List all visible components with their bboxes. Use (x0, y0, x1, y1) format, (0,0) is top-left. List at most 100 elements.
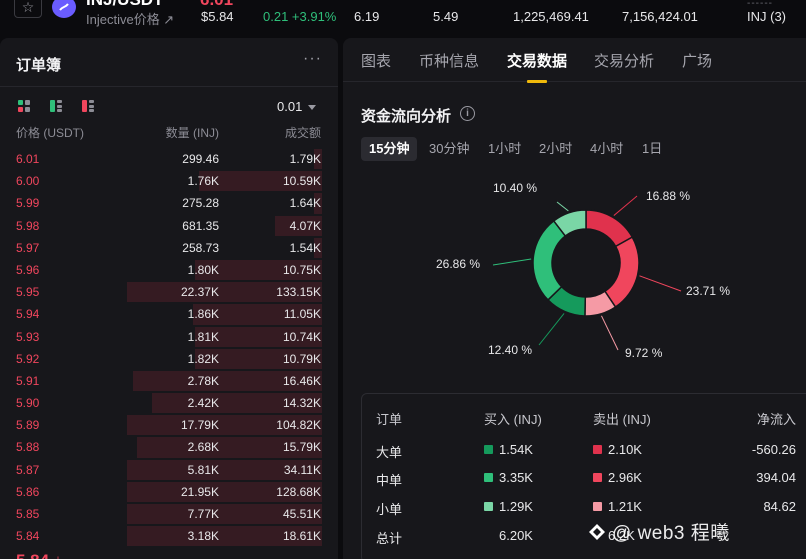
slice-label: 26.86 % (436, 257, 480, 271)
ask-price: 6.00 (16, 174, 40, 189)
price-change: 0.21 +3.91% (263, 9, 337, 24)
buy-large-value: 1.54K (499, 442, 533, 457)
donut-slice (532, 219, 567, 301)
ask-row[interactable]: 5.92 1.82K 10.79K (0, 348, 338, 370)
row-label-large: 大单 (376, 445, 403, 460)
ask-row[interactable]: 5.95 22.37K 133.15K (0, 281, 338, 303)
ask-price: 5.85 (16, 507, 40, 521)
ask-row[interactable]: 5.93 1.81K 10.74K (0, 326, 338, 348)
legend-swatch (593, 502, 602, 511)
ask-row[interactable]: 5.98 681.35 4.07K (0, 215, 338, 237)
ask-quantity: 1.81K (187, 329, 219, 344)
volume-base: 1,225,469.41 (513, 9, 589, 24)
ask-row[interactable]: 5.87 5.81K 34.11K (0, 459, 338, 481)
ask-row[interactable]: 5.90 2.42K 14.32K (0, 392, 338, 414)
sell-small-value: 1.21K (608, 499, 642, 514)
legend-swatch (484, 473, 493, 482)
sell-medium-value: 2.96K (608, 470, 642, 485)
panel-tabs: 图表 币种信息 交易数据 交易分析 广场 (343, 38, 806, 83)
usd-price: $5.84 (201, 9, 234, 24)
ask-row[interactable]: 5.89 17.79K 104.82K (0, 414, 338, 436)
ask-row[interactable]: 5.97 258.73 1.54K (0, 237, 338, 259)
ask-volume: 133.15K (276, 285, 321, 300)
orderbook-both-icon[interactable] (18, 100, 30, 112)
more-icon[interactable]: ··· (303, 50, 322, 68)
sell-large-value: 2.10K (608, 442, 642, 457)
high-24h: 6.19 (354, 9, 380, 24)
inj-logo-icon (52, 0, 76, 18)
ask-row[interactable]: 6.00 1.76K 10.59K (0, 170, 338, 192)
interval-1d[interactable]: 1日 (642, 137, 662, 161)
ask-row[interactable]: 5.88 2.68K 15.79K (0, 436, 338, 458)
orderbook-title: 订单簿 (16, 57, 62, 74)
low-24h: 5.49 (433, 9, 459, 24)
table-header-buy: 买入 (INJ) (484, 412, 542, 427)
ask-price: 5.87 (16, 462, 40, 477)
ask-row[interactable]: 6.01 299.46 1.79K (0, 148, 338, 170)
ask-price: 5.94 (16, 307, 40, 322)
tab-square[interactable]: 广场 (682, 50, 712, 71)
orderbook-bids-icon[interactable] (50, 100, 62, 112)
interval-4h[interactable]: 4小时 (590, 137, 623, 161)
legend-swatch (484, 502, 493, 511)
tab-trading-analysis[interactable]: 交易分析 (594, 50, 654, 71)
ask-volume: 18.61K (282, 529, 321, 544)
ask-quantity: 275.28 (182, 196, 219, 211)
legend-swatch (484, 445, 493, 454)
tab-trading-data[interactable]: 交易数据 (507, 50, 567, 71)
slice-label: 12.40 % (488, 343, 532, 357)
divider (0, 86, 338, 87)
slice-label: 9.72 % (625, 346, 663, 360)
interval-1h[interactable]: 1小时 (488, 137, 521, 161)
column-qty: 数量 (INJ) (165, 126, 219, 140)
precision-select[interactable]: 0.01 (277, 99, 317, 114)
watermark: @ web3 程曦 (588, 518, 730, 545)
interval-30m[interactable]: 30分钟 (429, 137, 469, 161)
fund-flow-table: 订单 买入 (INJ) 卖出 (INJ) 净流入 大单 1.54K 2.10K … (361, 393, 806, 559)
watermark-text: @ web3 程曦 (612, 523, 730, 544)
orderbook-panel: 订单簿 ··· 0.01 价格 (USDT) 数量 (INJ) 成交额 6.01… (0, 38, 338, 559)
column-price: 价格 (USDT) (16, 126, 84, 140)
ask-price: 5.89 (16, 418, 40, 433)
tab-coin-info[interactable]: 币种信息 (419, 50, 479, 71)
ask-price: 5.99 (16, 196, 40, 211)
buy-small-value: 1.29K (499, 499, 533, 514)
ask-quantity: 299.46 (182, 152, 219, 166)
ask-price: 5.95 (16, 285, 40, 300)
ask-row[interactable]: 5.86 21.95K 128.68K (0, 481, 338, 503)
ask-quantity: 2.78K (187, 373, 219, 388)
active-tab-indicator (527, 80, 547, 83)
ask-quantity: 1.82K (187, 351, 219, 366)
ask-volume: 11.05K (283, 307, 321, 322)
ask-price: 5.91 (16, 373, 40, 388)
buy-large: 1.54K (484, 442, 533, 457)
interval-2h[interactable]: 2小时 (539, 137, 572, 161)
ask-row[interactable]: 5.84 3.18K 18.61K (0, 525, 338, 547)
ask-volume: 10.79K (282, 351, 321, 366)
ticker-bar: ☆ INJ/USDT 6.01 Injective价格 ↗ $5.84 0.21… (0, 0, 806, 30)
ask-price: 5.90 (16, 396, 40, 411)
chevron-down-icon (308, 105, 317, 111)
ask-quantity: 258.73 (182, 240, 219, 255)
ask-row[interactable]: 5.85 7.77K 45.51K (0, 503, 338, 525)
ask-row[interactable]: 5.94 1.86K 11.05K (0, 303, 338, 325)
dashed-divider: ------ (747, 0, 773, 9)
ask-row[interactable]: 5.91 2.78K 16.46K (0, 370, 338, 392)
column-volume: 成交额 (284, 126, 321, 140)
info-icon[interactable]: i (460, 106, 475, 121)
ask-row[interactable]: 5.96 1.80K 10.75K (0, 259, 338, 281)
slice-leader-line (639, 275, 682, 292)
last-price: 5.84 ↓ (16, 551, 62, 559)
ask-volume: 104.82K (276, 418, 321, 433)
interval-15m[interactable]: 15分钟 (361, 137, 418, 161)
buy-small: 1.29K (484, 499, 533, 514)
tab-chart[interactable]: 图表 (361, 50, 391, 71)
ask-row[interactable]: 5.99 275.28 1.64K (0, 192, 338, 214)
volume-unit[interactable]: INJ (3) (747, 9, 786, 24)
buy-medium: 3.35K (484, 470, 533, 485)
orderbook-asks-icon[interactable] (82, 100, 94, 112)
coin-price-link[interactable]: Injective价格 ↗ (86, 9, 174, 28)
slice-leader-line (601, 315, 619, 351)
ask-volume: 45.51K (282, 507, 321, 521)
favorite-star-icon[interactable]: ☆ (14, 0, 42, 18)
